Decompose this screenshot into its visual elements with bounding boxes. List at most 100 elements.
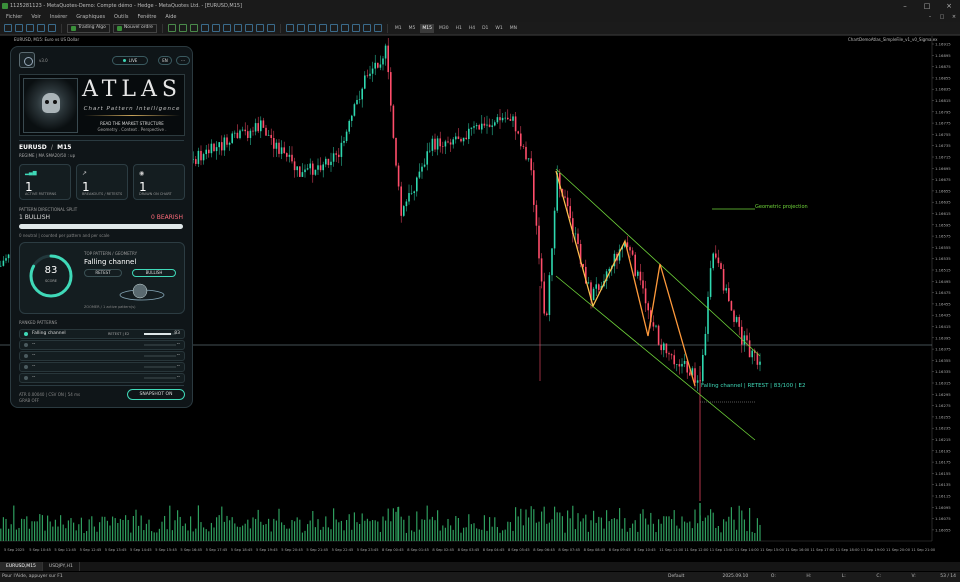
- price-label: 1.16335: [935, 369, 951, 374]
- language-button[interactable]: EN: [158, 56, 172, 65]
- timeframe-m15[interactable]: M15: [420, 23, 434, 33]
- chart-shift-icon[interactable]: [244, 24, 253, 32]
- price-label: 1.16235: [935, 426, 951, 431]
- live-toggle[interactable]: LIVE: [112, 56, 148, 65]
- candle-body: [735, 317, 738, 322]
- profiles-icon[interactable]: [15, 24, 23, 32]
- candle-body: [507, 117, 509, 120]
- line-chart-icon[interactable]: [189, 24, 198, 32]
- autoscroll-icon[interactable]: [233, 24, 242, 32]
- toolbar-separator: [161, 23, 163, 33]
- ranked-row[interactable]: -- --: [19, 373, 185, 383]
- trendline-icon[interactable]: [329, 24, 338, 32]
- navigator-icon[interactable]: [37, 24, 45, 32]
- menu-tools[interactable]: Outils: [114, 12, 128, 22]
- menu-charts[interactable]: Graphiques: [76, 12, 105, 22]
- timeframe-m1[interactable]: M1: [393, 24, 404, 33]
- timeframe-d1[interactable]: D1: [480, 24, 490, 33]
- candle-body: [403, 206, 405, 216]
- timeframe-mn[interactable]: MN: [508, 24, 519, 33]
- time-label: 5 Sep 15:45: [155, 548, 177, 552]
- new-order-button[interactable]: Nouvel ordre: [112, 23, 157, 33]
- tab-usdjpy-h1[interactable]: USDJPY,H1: [43, 562, 80, 571]
- candle-body: [535, 204, 538, 226]
- zoom-out-icon[interactable]: [211, 24, 220, 32]
- candle-body: [314, 169, 317, 175]
- time-label: 5 Sep 2025: [4, 548, 25, 552]
- indicators-icon[interactable]: [255, 24, 264, 32]
- menu-window[interactable]: Fenêtre: [138, 12, 157, 22]
- algo-trading-button[interactable]: Trading Algo: [67, 23, 110, 33]
- terminal-icon[interactable]: [48, 24, 56, 32]
- fibonacci-icon[interactable]: [351, 24, 360, 32]
- tile-icon[interactable]: [222, 24, 231, 32]
- shapes-icon[interactable]: [373, 24, 382, 32]
- templates-icon[interactable]: [266, 24, 275, 32]
- mdi-close-button[interactable]: ×: [948, 12, 960, 22]
- bar-chart-icon[interactable]: [167, 24, 176, 32]
- time-label: 5 Sep 19:45: [256, 548, 278, 552]
- candle-body: [288, 154, 291, 157]
- crosshair-icon[interactable]: [296, 24, 305, 32]
- tab-eurusd-m15[interactable]: EURUSD,M15: [0, 562, 43, 571]
- candle-body: [725, 288, 727, 291]
- tagline-sub: Geometry . Context . Perspective .: [97, 127, 167, 132]
- ranked-title: RANKED PATTERNS: [19, 320, 58, 325]
- cursor-icon[interactable]: [285, 24, 294, 32]
- close-button[interactable]: ×: [938, 0, 960, 12]
- price-label: 1.16795: [935, 109, 951, 114]
- time-label: 5 Sep 13:45: [105, 548, 127, 552]
- timeframe-w1[interactable]: W1: [493, 24, 504, 33]
- candle-body: [577, 233, 579, 244]
- candle-body: [426, 151, 428, 165]
- ranked-row[interactable]: -- --: [19, 351, 185, 361]
- menu-help[interactable]: Aide: [165, 12, 176, 22]
- price-label: 1.16115: [935, 494, 951, 499]
- candle-body: [759, 361, 761, 365]
- candle-body: [257, 123, 259, 132]
- price-label: 1.16595: [935, 222, 951, 227]
- mdi-minimize-button[interactable]: –: [924, 12, 936, 22]
- price-label: 1.16915: [935, 42, 951, 47]
- menu-file[interactable]: Fichier: [6, 12, 22, 22]
- channel-icon[interactable]: [340, 24, 349, 32]
- menu-view[interactable]: Voir: [31, 12, 41, 22]
- market-watch-icon[interactable]: [26, 24, 34, 32]
- timeframe-h1[interactable]: H1: [454, 24, 464, 33]
- minimize-button[interactable]: –: [894, 0, 916, 12]
- price-label: 1.16175: [935, 460, 951, 465]
- ranked-row[interactable]: Falling channel RETEST | E2 83: [19, 329, 185, 339]
- price-label: 1.16135: [935, 482, 951, 487]
- score-value: 83: [44, 265, 58, 276]
- timeframe-m5[interactable]: M5: [407, 24, 418, 33]
- candle-body: [676, 364, 678, 365]
- timeframe-m30[interactable]: M30: [437, 24, 451, 33]
- candle-body: [293, 161, 296, 171]
- snapshot-button[interactable]: SNAPSHOT ON: [127, 389, 185, 400]
- price-label: 1.16775: [935, 121, 951, 126]
- ranked-row[interactable]: -- --: [19, 362, 185, 372]
- state-chip[interactable]: RETEST: [84, 269, 122, 277]
- ranked-row[interactable]: -- --: [19, 340, 185, 350]
- candle-body: [748, 340, 751, 358]
- vertical-line-icon[interactable]: [307, 24, 316, 32]
- panel-divider: [19, 385, 184, 386]
- text-icon[interactable]: [362, 24, 371, 32]
- horizontal-line-icon[interactable]: [318, 24, 327, 32]
- candle-body: [400, 186, 402, 216]
- candle-body: [361, 88, 363, 100]
- more-button[interactable]: ···: [176, 56, 190, 65]
- candle-body: [540, 258, 543, 282]
- candle-chart-icon[interactable]: [178, 24, 187, 32]
- direction-chip[interactable]: BULLISH: [132, 269, 176, 277]
- zoom-in-icon[interactable]: [200, 24, 209, 32]
- timeframe-h4[interactable]: H4: [467, 24, 477, 33]
- mdi-restore-button[interactable]: □: [936, 12, 948, 22]
- chart-window[interactable]: 1.16915 1.16895 1.16875 1.16855 1.16835 1.168…: [0, 35, 960, 556]
- maximize-button[interactable]: □: [916, 0, 938, 12]
- new-chart-icon[interactable]: [4, 24, 12, 32]
- skull-emblem-image: [23, 78, 78, 133]
- candle-body: [527, 158, 530, 160]
- breakouts-card: ↗ 1 BREAKOUTS / RETESTS: [76, 164, 128, 200]
- menu-insert[interactable]: Insérer: [50, 12, 67, 22]
